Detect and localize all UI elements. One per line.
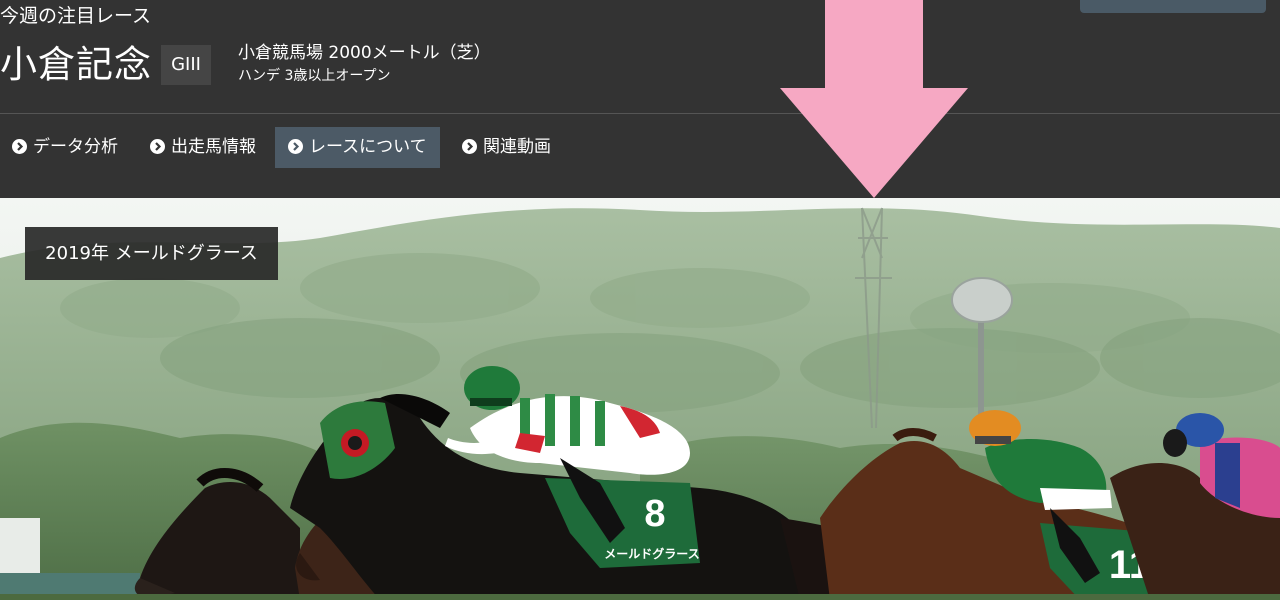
race-title: 小倉記念: [0, 43, 152, 86]
header-divider: [0, 113, 1280, 114]
saddle-cloth-name: メールドグラース: [604, 546, 699, 561]
year-winner-caption: 2019年 メールドグラース: [25, 227, 278, 280]
page: 今週の注目レース 小倉記念 GIII 小倉競馬場 2000メートル（芝） ハンデ…: [0, 0, 1280, 600]
circle-chevron-right-icon: [288, 139, 303, 154]
tab-related-videos[interactable]: 関連動画: [450, 127, 563, 168]
down-arrow-icon: [780, 0, 968, 198]
tab-label: データ分析: [33, 137, 118, 157]
race-header: 今週の注目レース 小倉記念 GIII 小倉競馬場 2000メートル（芝） ハンデ…: [0, 0, 1280, 198]
tab-about-race[interactable]: レースについて: [275, 127, 440, 168]
race-venue: 小倉競馬場 2000メートル（芝）: [238, 43, 491, 63]
race-tabs: データ分析 出走馬情報 レースについて 関連動画: [0, 127, 1280, 168]
top-right-button[interactable]: [1080, 0, 1266, 13]
tab-entries[interactable]: 出走馬情報: [138, 127, 268, 168]
tab-label: 出走馬情報: [171, 137, 256, 157]
circle-chevron-right-icon: [462, 139, 477, 154]
tab-label: 関連動画: [483, 137, 551, 157]
weekly-featured-label: 今週の注目レース: [0, 5, 152, 27]
tab-label: レースについて: [309, 137, 427, 157]
saddle-cloth-number: 8: [644, 493, 665, 535]
race-conditions: ハンデ 3歳以上オープン: [238, 68, 391, 84]
grade-badge: GIII: [161, 45, 211, 85]
circle-chevron-right-icon: [150, 139, 165, 154]
tab-data-analysis[interactable]: データ分析: [0, 127, 130, 168]
circle-chevron-right-icon: [12, 139, 27, 154]
